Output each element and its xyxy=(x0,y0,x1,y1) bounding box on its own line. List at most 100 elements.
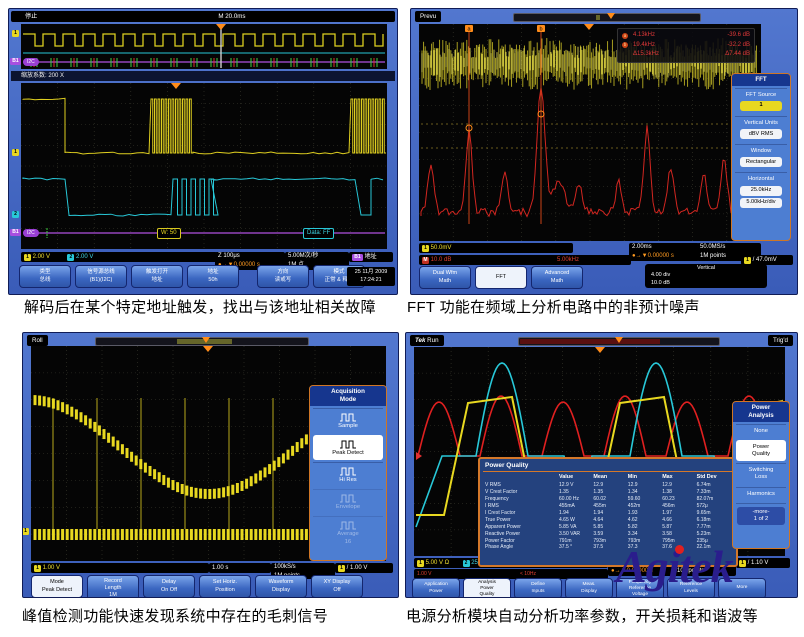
bottom-menu-button[interactable]: Set Horiz.Position xyxy=(199,575,251,598)
date: 25 11月 2009 xyxy=(349,268,393,276)
button-label: Math xyxy=(423,278,467,285)
hi-res-icon xyxy=(339,466,357,476)
menu-value-chip[interactable]: 1 xyxy=(740,101,782,111)
brochure-page: 停止 M 20.0ms 1 B1 I2C 缩放系数: 200 X 1 2 B1 … xyxy=(0,0,804,637)
acquisition-progress-bar xyxy=(513,13,701,22)
cursor-amplitude: -32.2 dB xyxy=(727,41,750,51)
bottom-menu-button[interactable]: AnalysisPowerQuality xyxy=(463,578,511,598)
bottom-menu-button[interactable]: DelayOn Off xyxy=(143,575,195,598)
side-menu-item[interactable]: WindowRectangular xyxy=(735,144,787,170)
bottom-menu-button[interactable]: FFT xyxy=(475,266,527,289)
side-menu-item-label: Hi Res xyxy=(314,477,382,484)
bottom-menu-button[interactable]: 触发打开地址 xyxy=(131,265,183,288)
side-menu-item[interactable]: Vertical UnitsdBV RMS xyxy=(735,116,787,142)
caption-power: 电源分析模块自动分析功率参数，开关损耗和谐波等 xyxy=(406,605,758,626)
bus-marker[interactable]: B1 xyxy=(10,229,21,236)
table-row: V RMS12.9 V12.912.912.96.74m xyxy=(483,482,733,489)
bottom-menu-button[interactable]: Dual WfmMath xyxy=(419,266,471,289)
ch1-marker[interactable]: 1 xyxy=(12,30,19,37)
overview-waveform-window: 1 B1 I2C xyxy=(21,24,387,69)
caption-fft: FFT 功能在频域上分析电路中的非预计噪声 xyxy=(407,296,700,317)
trigger-position-caret[interactable] xyxy=(202,337,210,343)
menu-value-chip[interactable]: dBV RMS xyxy=(740,129,782,139)
side-menu-item[interactable]: Peak Detect xyxy=(313,435,383,460)
button-label: 类型 xyxy=(23,269,67,276)
bottom-menu-row: Dual WfmMathFFTAdvancedMath xyxy=(419,266,583,289)
side-menu-item-label: -more- 1 of 2 xyxy=(737,507,785,525)
bottom-menu-button[interactable]: Meas.Display xyxy=(565,578,613,598)
button-label: 触发打开 xyxy=(135,269,179,276)
side-menu-item[interactable]: None xyxy=(736,424,786,438)
caption-decode: 解码后在某个特定地址触发，找出与该地址相关故障 xyxy=(24,296,376,317)
acquisition-mode-menu: Acquisition ModeSamplePeak DetectHi ResE… xyxy=(309,385,387,561)
button-label: Off xyxy=(315,587,359,594)
bottom-menu-button[interactable]: ApplicationPower xyxy=(412,578,460,598)
bus-decode-write-label: W: 50 xyxy=(157,228,181,239)
measurement-name: Phase Angle xyxy=(485,544,559,551)
zoom-waveforms xyxy=(21,83,387,249)
cursor-marker: a xyxy=(622,33,628,39)
sample-rate: 100kS/s xyxy=(274,563,332,572)
bottom-menu-button[interactable]: 类型总线 xyxy=(19,265,71,288)
side-menu-item[interactable]: Sample xyxy=(313,408,383,433)
button-label: Math xyxy=(535,278,579,285)
measurement-value: 5.85 xyxy=(593,524,627,531)
bottom-menu-button[interactable]: 地址50h xyxy=(187,265,239,288)
datetime-readout: 25 11月 2009 17:24:21 xyxy=(347,267,395,286)
bottom-menu-button[interactable]: RecordLength1M xyxy=(87,575,139,598)
table-row: Frequency60.00 Hz60.0259.6060.2382.07m xyxy=(483,496,733,503)
bottom-menu-button[interactable]: 信号源总线(B1)(I2C) xyxy=(75,265,127,288)
side-menu-item[interactable]: Harmonics xyxy=(736,487,786,501)
trigger-source-badge: 1 xyxy=(338,565,345,572)
side-menu-item[interactable]: -more- 1 of 2 xyxy=(736,503,786,528)
bottom-menu-button[interactable]: WaveformDisplay xyxy=(255,575,307,598)
ch1-marker[interactable]: 1 xyxy=(12,149,19,156)
scope-screenshot-peak-detect: Roll 1 Acquisition ModeSamplePeak Detect… xyxy=(22,332,399,598)
side-menu-item[interactable]: Average 16 xyxy=(313,516,383,548)
ch1-marker[interactable]: 1 xyxy=(22,528,29,535)
menu-value-chip[interactable]: 5.00kHz/div xyxy=(740,198,782,208)
measurement-value: 1.94 xyxy=(559,510,593,517)
button-label: Display xyxy=(568,589,610,595)
table-header-row: ValueMeanMinMaxStd Dev xyxy=(483,474,733,481)
menu-value-chip[interactable]: 25.0kHz xyxy=(740,186,782,196)
power-analysis-menu: Power AnalysisNonePower QualitySwitching… xyxy=(732,401,790,549)
bus-marker[interactable]: B1 xyxy=(10,58,21,65)
side-menu-item-label: Power Quality xyxy=(737,444,785,458)
acquisition-status: Prevu xyxy=(415,11,441,22)
menu-value-chip[interactable]: Rectangular xyxy=(740,157,782,167)
table-row: I RMS455mA455m452m456m572μ xyxy=(483,503,733,510)
measurement-value: 9.65m xyxy=(697,510,731,517)
measurement-value: 1.35 xyxy=(593,489,627,496)
measurement-name: Reactive Power xyxy=(485,531,559,538)
bottom-menu-button[interactable]: ModePeak Detect xyxy=(31,575,83,598)
caption-peak: 峰值检测功能快速发现系统中存在的毛刺信号 xyxy=(22,605,328,626)
side-menu-item-label: Switching Loss xyxy=(737,467,785,481)
button-label: Set Horiz. xyxy=(203,579,247,586)
measurement-name: V Crest Factor xyxy=(485,489,559,496)
ch2-marker[interactable]: 2 xyxy=(12,211,19,218)
bottom-menu-button[interactable]: AdvancedMath xyxy=(531,266,583,289)
bus-badge: B1 xyxy=(352,254,363,261)
side-menu-item[interactable]: Horizontal25.0kHz5.00kHz/div xyxy=(735,172,787,210)
cursor-frequency: Δ15.3kHz xyxy=(633,50,725,60)
ch1-scale: 2.00 V xyxy=(33,254,50,260)
bottom-menu-button[interactable]: 方向读或写 xyxy=(257,265,309,288)
peak-detect-icon xyxy=(339,439,357,449)
side-menu-item[interactable]: Power Quality xyxy=(736,440,786,461)
bottom-menu-button[interactable]: XY DisplayOff xyxy=(311,575,363,598)
measurement-value: 4.66 xyxy=(662,517,696,524)
side-menu-item[interactable]: FFT Source1 xyxy=(735,88,787,114)
measurement-value: 82.07m xyxy=(697,496,731,503)
status-bar: 停止 M 20.0ms xyxy=(11,11,395,22)
trigger-position-caret[interactable] xyxy=(615,337,623,343)
measurement-value: 5.85 VA xyxy=(559,524,593,531)
side-menu-item[interactable]: Envelope xyxy=(313,489,383,514)
zoom-factor-bar: 缩放系数: 200 X xyxy=(11,71,395,81)
bottom-menu-button[interactable]: DefineInputs xyxy=(514,578,562,598)
side-menu-item[interactable]: Switching Loss xyxy=(736,463,786,484)
time: 17:24:21 xyxy=(349,276,393,284)
trigger-position-caret[interactable] xyxy=(607,13,615,19)
button-label: 地址 xyxy=(135,277,179,284)
side-menu-item[interactable]: Hi Res xyxy=(313,462,383,487)
